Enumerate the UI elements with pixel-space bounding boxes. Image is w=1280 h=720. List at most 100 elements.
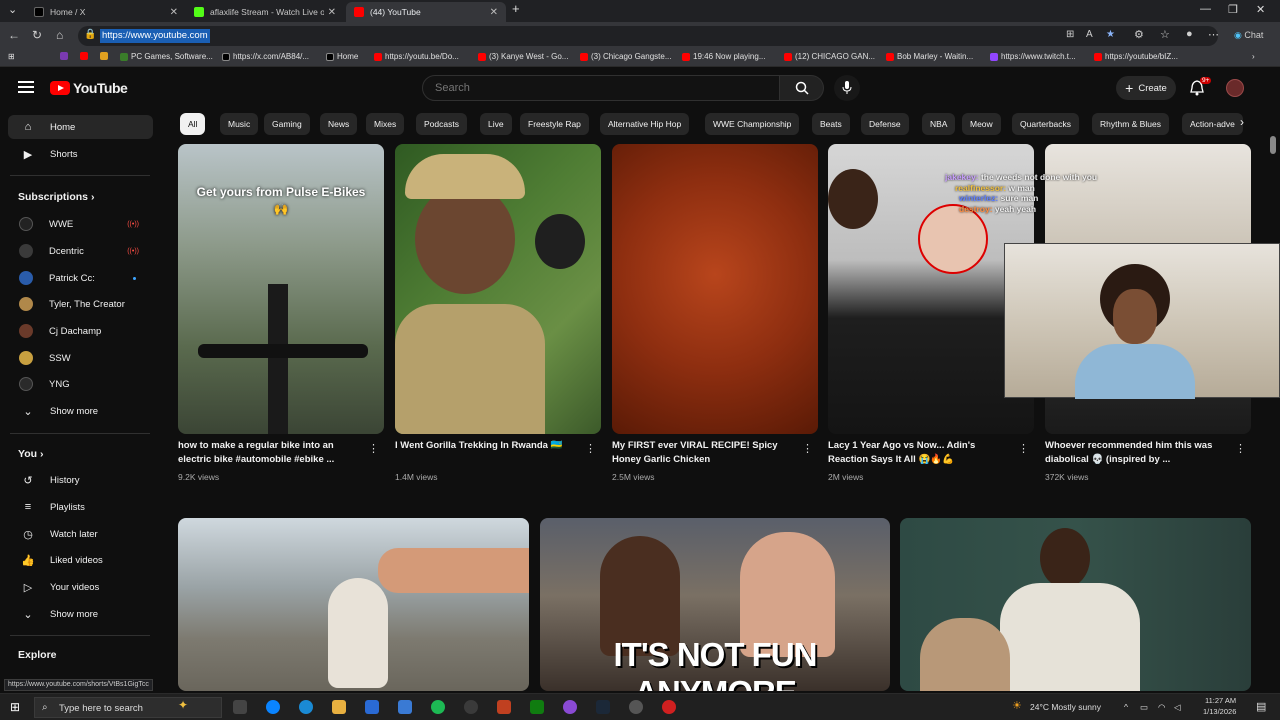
- chip-wwe-championship[interactable]: WWE Championship: [705, 113, 800, 135]
- app-icon[interactable]: [563, 700, 577, 714]
- short-title[interactable]: Lacy 1 Year Ago vs Now... Adin's Reactio…: [828, 439, 1010, 467]
- chip-gaming[interactable]: Gaming: [264, 113, 310, 135]
- weather-icon[interactable]: ☀: [1012, 699, 1022, 712]
- store-icon[interactable]: [365, 700, 379, 714]
- hamburger-menu-icon[interactable]: [18, 81, 34, 93]
- profile-icon[interactable]: ●: [1186, 28, 1193, 40]
- chip-rhythm-blues[interactable]: Rhythm & Blues: [1092, 113, 1169, 135]
- tab-youtube[interactable]: (44) YouTube ✕: [346, 2, 506, 22]
- voice-search-button[interactable]: [834, 75, 860, 101]
- you-heading[interactable]: You ›: [18, 448, 43, 460]
- more-actions-icon[interactable]: ⋮: [1235, 442, 1246, 455]
- chip-music[interactable]: Music: [220, 113, 259, 135]
- tab-x-home[interactable]: Home / X ✕: [26, 2, 186, 22]
- chip-mixes[interactable]: Mixes: [366, 113, 405, 135]
- favorites-icon[interactable]: ☆: [1160, 28, 1170, 41]
- clock-time[interactable]: 11:27 AM: [1205, 696, 1236, 705]
- url-text[interactable]: https://www.youtube.com: [100, 29, 210, 43]
- tab-list-icon[interactable]: ⌄: [8, 3, 17, 16]
- app-install-icon[interactable]: ⊞: [1066, 29, 1074, 40]
- spotify-icon[interactable]: [431, 700, 445, 714]
- short-title[interactable]: My FIRST ever VIRAL RECIPE! Spicy Honey …: [612, 439, 794, 467]
- more-bookmarks-icon[interactable]: ›: [1252, 52, 1255, 61]
- back-icon[interactable]: ←: [8, 28, 20, 42]
- sidebar-channel-ssw[interactable]: SSW: [8, 346, 153, 370]
- sidebar-item-liked-videos[interactable]: 👍 Liked videos: [8, 548, 153, 572]
- sidebar-channel-patrick[interactable]: Patrick Cc:: [8, 266, 153, 290]
- sidebar-channel-tyler[interactable]: Tyler, The Creator: [8, 292, 153, 316]
- sidebar-channel-cj[interactable]: Cj Dachamp: [8, 319, 153, 343]
- video-thumbnail-cats[interactable]: [178, 518, 529, 691]
- omnibox[interactable]: 🔒 https://www.youtube.com ⊞ A ★: [78, 26, 1218, 46]
- sidebar-item-home[interactable]: ⌂ Home: [8, 115, 153, 139]
- chip-defense[interactable]: Defense: [861, 113, 909, 135]
- short-title[interactable]: I Went Gorilla Trekking In Rwanda 🇷🇼: [395, 439, 577, 453]
- chip-podcasts[interactable]: Podcasts: [416, 113, 467, 135]
- more-options-icon[interactable]: ⋯: [1208, 28, 1219, 41]
- copilot-chat-button[interactable]: ◉ Chat: [1234, 30, 1263, 41]
- bookmark-7[interactable]: (12) CHICAGO GAN...: [784, 52, 875, 61]
- tab-kick-stream[interactable]: aflaxlife Stream - Watch Live on K ✕: [186, 2, 344, 22]
- chip-freestyle-rap[interactable]: Freestyle Rap: [520, 113, 589, 135]
- app-icon[interactable]: [629, 700, 643, 714]
- sidebar-item-shorts[interactable]: ▶ Shorts: [8, 142, 153, 166]
- close-tab-icon[interactable]: ✕: [170, 7, 178, 18]
- read-aloud-icon[interactable]: A: [1086, 29, 1093, 40]
- clock-date[interactable]: 1/13/2026: [1203, 707, 1236, 716]
- show-more-subscriptions[interactable]: ⌄ Show more: [8, 399, 153, 423]
- short-title[interactable]: Whoever recommended him this was diaboli…: [1045, 439, 1227, 467]
- page-scrollbar-thumb[interactable]: [1270, 136, 1276, 154]
- sidebar-channel-wwe[interactable]: WWE ((•)): [8, 212, 153, 236]
- site-info-icon[interactable]: 🔒: [84, 29, 96, 40]
- notification-center-icon[interactable]: ▤: [1256, 700, 1266, 713]
- home-icon[interactable]: ⌂: [56, 28, 63, 42]
- search-box[interactable]: [422, 75, 780, 101]
- apps-icon[interactable]: ⊞: [8, 52, 15, 61]
- refresh-icon[interactable]: ↻: [32, 28, 42, 42]
- sidebar-item-watch-later[interactable]: ◷ Watch later: [8, 522, 153, 546]
- volume-icon[interactable]: ◁: [1174, 702, 1181, 713]
- show-hidden-icons[interactable]: ^: [1124, 702, 1128, 712]
- bookmark-icon-only[interactable]: [100, 52, 111, 60]
- network-icon[interactable]: ▭: [1140, 702, 1148, 713]
- sidebar-channel-dcentric[interactable]: Dcentric ((•)): [8, 239, 153, 263]
- create-button[interactable]: + Create: [1116, 76, 1176, 100]
- xbox-icon[interactable]: [530, 700, 544, 714]
- steam-icon[interactable]: [596, 700, 610, 714]
- file-explorer-icon[interactable]: [332, 700, 346, 714]
- weather-text[interactable]: 24°C Mostly sunny: [1030, 702, 1101, 712]
- close-window-icon[interactable]: ✕: [1256, 3, 1265, 16]
- search-button[interactable]: [780, 75, 824, 101]
- short-title[interactable]: how to make a regular bike into an elect…: [178, 439, 360, 467]
- chip-live[interactable]: Live: [480, 113, 512, 135]
- chip-action-adventure[interactable]: Action-adve: [1182, 113, 1243, 135]
- bookmark-2[interactable]: Home: [326, 52, 358, 61]
- taskbar-search-box[interactable]: ⌕ Type here to search: [34, 697, 222, 718]
- new-tab-icon[interactable]: +: [512, 1, 520, 16]
- chip-all[interactable]: All: [180, 113, 206, 135]
- maximize-icon[interactable]: ❐: [1228, 3, 1238, 16]
- bookmark-10[interactable]: https://youtube/bIZ...: [1094, 52, 1178, 61]
- outlook-icon[interactable]: [398, 700, 412, 714]
- short-thumbnail-recipe[interactable]: [612, 144, 818, 434]
- close-tab-icon[interactable]: ✕: [490, 7, 498, 18]
- bookmark-5[interactable]: (3) Chicago Gangste...: [580, 52, 671, 61]
- bookmark-1[interactable]: https://x.com/AB84/...: [222, 52, 309, 61]
- search-input[interactable]: [435, 82, 755, 94]
- favorite-star-icon[interactable]: ★: [1106, 29, 1115, 40]
- chip-beats[interactable]: Beats: [812, 113, 850, 135]
- more-actions-icon[interactable]: ⋮: [585, 442, 596, 455]
- chip-meow[interactable]: Meow: [962, 113, 1001, 135]
- more-actions-icon[interactable]: ⋮: [1018, 442, 1029, 455]
- show-more-you[interactable]: ⌄ Show more: [8, 602, 153, 626]
- subscriptions-heading[interactable]: Subscriptions ›: [18, 191, 94, 203]
- chevron-right-icon[interactable]: ›: [1240, 115, 1244, 129]
- bookmark-icon-only[interactable]: [60, 52, 71, 60]
- app-icon[interactable]: [497, 700, 511, 714]
- bookmark-3[interactable]: https://youtu.be/Do...: [374, 52, 459, 61]
- minimize-icon[interactable]: —: [1200, 3, 1211, 15]
- bookmark-6[interactable]: 19:46 Now playing...: [682, 52, 766, 61]
- windows-start-icon[interactable]: ⊞: [10, 700, 20, 714]
- short-thumbnail-ebike[interactable]: Get yours from Pulse E-Bikes 🙌: [178, 144, 384, 434]
- sidebar-channel-yng[interactable]: YNG: [8, 372, 153, 396]
